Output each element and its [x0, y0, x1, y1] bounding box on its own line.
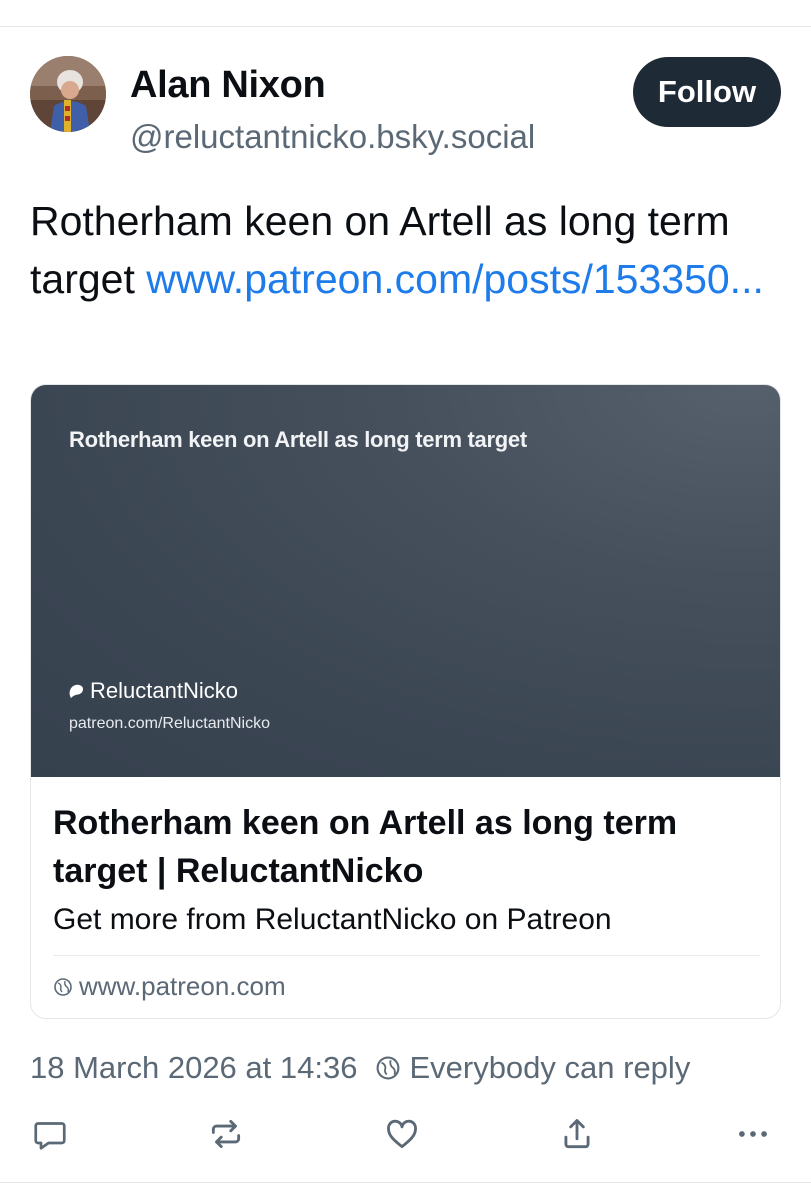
card-description: Get more from ReluctantNicko on Patreon — [53, 903, 612, 936]
share-button[interactable] — [555, 1112, 599, 1156]
like-button[interactable] — [380, 1112, 424, 1156]
thumbnail-brand-name: ReluctantNicko — [90, 678, 238, 703]
author-handle[interactable]: @reluctantnicko.bsky.social — [130, 118, 535, 156]
top-divider — [0, 26, 811, 27]
timestamp[interactable]: 18 March 2026 at 14:36 — [30, 1050, 357, 1086]
avatar[interactable] — [30, 56, 106, 132]
comment-icon — [34, 1122, 66, 1150]
more-options-button[interactable] — [731, 1112, 775, 1156]
post-link[interactable]: www.patreon.com/posts/153350... — [146, 256, 764, 302]
globe-icon — [54, 977, 72, 996]
repost-button[interactable] — [204, 1112, 248, 1156]
card-divider — [53, 955, 760, 956]
reply-setting: Everybody can reply — [375, 1050, 690, 1086]
card-domain: www.patreon.com — [53, 971, 286, 1002]
repost-icon — [211, 1119, 241, 1149]
card-title: Rotherham keen on Artell as long term ta… — [53, 804, 678, 890]
more-icon — [739, 1131, 767, 1137]
like-icon — [387, 1119, 417, 1149]
card-thumbnail: Rotherham keen on Artell as long term ta… — [31, 385, 780, 777]
avatar-image — [30, 56, 106, 132]
patreon-logo-icon — [69, 684, 83, 698]
thumbnail-brand-url: patreon.com/ReluctantNicko — [69, 715, 270, 732]
reply-setting-text: Everybody can reply — [409, 1050, 691, 1085]
post-meta: 18 March 2026 at 14:36 Everybody can rep… — [30, 1050, 690, 1086]
author-name[interactable]: Alan Nixon — [130, 64, 326, 107]
card-domain-text: www.patreon.com — [79, 971, 286, 1001]
globe-icon — [377, 1056, 400, 1080]
thumbnail-brand: ReluctantNicko — [67, 678, 238, 704]
follow-button[interactable]: Follow — [633, 57, 781, 127]
bottom-divider — [0, 1182, 811, 1183]
comment-button[interactable] — [28, 1112, 72, 1156]
link-preview-card[interactable]: Rotherham keen on Artell as long term ta… — [30, 384, 781, 1019]
share-icon — [564, 1119, 590, 1149]
thumbnail-title: Rotherham keen on Artell as long term ta… — [69, 427, 527, 452]
post-text: Rotherham keen on Artell as long term ta… — [30, 192, 780, 308]
